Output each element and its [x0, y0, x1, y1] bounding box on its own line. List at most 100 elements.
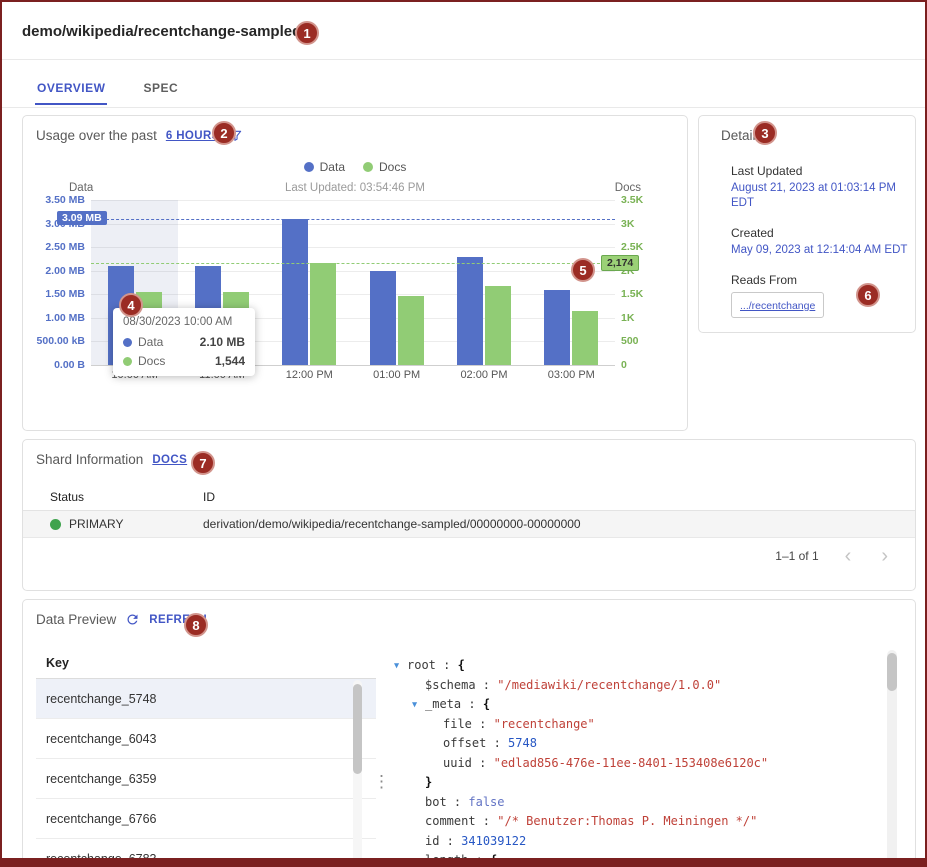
annotation-badge-6: 6: [856, 283, 880, 307]
shard-docs-link[interactable]: DOCS: [152, 454, 187, 466]
tooltip-data-label: Data: [138, 335, 163, 349]
pagination-prev-button[interactable]: ‹: [841, 546, 856, 566]
bar-data[interactable]: [282, 219, 308, 365]
json-value: 5748: [508, 736, 537, 750]
json-value: 341039122: [461, 834, 526, 848]
data-preview-card: Data Preview REFRESH Key recentchange_57…: [22, 599, 916, 867]
pagination-next-button[interactable]: ›: [877, 546, 892, 566]
tooltip-docs-value: 1,544: [215, 354, 245, 368]
detail-last-updated: Last Updated August 21, 2023 at 01:03:14…: [731, 164, 909, 211]
reads-from-link[interactable]: .../recentchange: [740, 300, 815, 312]
left-axis-tick: 1.50 MB: [45, 288, 85, 300]
shard-card: Shard Information DOCS Status ID PRIMARY…: [22, 439, 916, 591]
bar-docs[interactable]: [398, 296, 424, 365]
preview-key-row[interactable]: recentchange_6359: [36, 759, 376, 799]
detail-value: August 21, 2023 at 01:03:14 PM EDT: [731, 181, 909, 211]
json-line: id : 341039122: [391, 832, 883, 852]
json-line: ▼root : {: [391, 656, 883, 676]
legend-item-data[interactable]: Data: [304, 160, 345, 174]
preview-key-row[interactable]: recentchange_5748: [36, 679, 376, 719]
bar-docs[interactable]: [485, 286, 511, 365]
collapse-arrow-icon[interactable]: ▼: [394, 657, 399, 677]
json-scrollbar[interactable]: [887, 650, 897, 867]
scrollbar-thumb[interactable]: [887, 653, 897, 691]
docs-max-marker: 2,174: [601, 255, 639, 271]
left-axis-tick: 500.00 kB: [37, 335, 85, 347]
json-key: uuid: [443, 756, 472, 770]
column-header-id: ID: [203, 490, 915, 504]
key-list-scrollbar[interactable]: [353, 680, 362, 867]
right-axis-tick: 1K: [621, 312, 634, 324]
json-line: file : "recentchange": [391, 715, 883, 735]
bar-docs[interactable]: [310, 263, 336, 365]
json-value: {: [490, 853, 497, 867]
annotation-badge-7: 7: [191, 451, 215, 475]
chart-last-updated: Last Updated: 03:54:46 PM: [23, 182, 687, 194]
preview-key-row[interactable]: recentchange_6043: [36, 719, 376, 759]
chart-legend: Data Docs: [23, 160, 687, 174]
status-dot: [50, 519, 61, 530]
annotation-badge-8: 8: [184, 613, 208, 637]
tab-spec[interactable]: SPEC: [141, 71, 180, 105]
panel-resize-handle[interactable]: ⋮: [373, 772, 390, 792]
refresh-icon[interactable]: [125, 612, 140, 627]
reads-from-chip: .../recentchange: [731, 292, 824, 318]
docs-series-dot: [123, 357, 132, 366]
app-window: demo/wikipedia/recentchange-sampled OVER…: [0, 0, 927, 867]
json-key: length: [425, 853, 468, 867]
shard-heading: Shard Information: [36, 452, 143, 467]
json-key: _meta: [425, 697, 461, 711]
json-value: "/* Benutzer:Thomas P. Meiningen */": [497, 814, 757, 828]
left-axis-tick: 1.00 MB: [45, 312, 85, 324]
right-axis-tick: 2.5K: [621, 241, 643, 253]
scrollbar-thumb[interactable]: [353, 684, 362, 774]
shard-id: derivation/demo/wikipedia/recentchange-s…: [203, 517, 915, 531]
tabs-divider: [2, 107, 925, 108]
left-axis-tick: 3.50 MB: [45, 194, 85, 206]
json-line: comment : "/* Benutzer:Thomas P. Meining…: [391, 812, 883, 832]
collapse-arrow-icon[interactable]: ▼: [412, 852, 417, 867]
shard-table-header: Status ID: [23, 484, 915, 511]
legend-label-data: Data: [320, 160, 345, 174]
bar-data[interactable]: [370, 271, 396, 365]
annotation-badge-2: 2: [212, 121, 236, 145]
tooltip-row-data: Data 2.10 MB: [123, 335, 245, 349]
json-line: offset : 5748: [391, 734, 883, 754]
x-axis-tick: 03:00 PM: [528, 369, 615, 381]
annotation-badge-3: 3: [753, 121, 777, 145]
column-header-status: Status: [23, 490, 203, 504]
right-axis-tick: 0: [621, 359, 627, 371]
json-line: uuid : "edlad856-476e-11ee-8401-153408e6…: [391, 754, 883, 774]
details-card: Details Last Updated August 21, 2023 at …: [698, 115, 916, 333]
bar-docs[interactable]: [572, 311, 598, 365]
header-divider: [2, 59, 925, 60]
docs-series-dot: [363, 162, 373, 172]
preview-key-list: Key recentchange_5748recentchange_6043re…: [36, 648, 376, 867]
json-line: ▼length : {: [391, 851, 883, 867]
annotation-badge-1: 1: [295, 21, 319, 45]
json-key: comment: [425, 814, 476, 828]
x-axis-tick: 02:00 PM: [440, 369, 527, 381]
json-value: }: [425, 775, 432, 789]
json-value: "edlad856-476e-11ee-8401-153408e6120c": [494, 756, 769, 770]
json-viewer: ▼root : {$schema : "/mediawiki/recentcha…: [391, 648, 883, 867]
detail-value: May 09, 2023 at 12:14:04 AM EDT: [731, 243, 909, 258]
bar-data[interactable]: [457, 257, 483, 365]
preview-key-row[interactable]: recentchange_6783: [36, 839, 376, 867]
json-key: id: [425, 834, 439, 848]
json-key: offset: [443, 736, 486, 750]
json-value: "/mediawiki/recentchange/1.0.0": [497, 678, 721, 692]
bar-data[interactable]: [544, 290, 570, 365]
legend-item-docs[interactable]: Docs: [363, 160, 406, 174]
tooltip-title: 08/30/2023 10:00 AM: [123, 316, 245, 328]
json-key: bot: [425, 795, 447, 809]
tooltip-docs-label: Docs: [138, 354, 165, 368]
annotation-badge-5: 5: [571, 258, 595, 282]
json-key: file: [443, 717, 472, 731]
json-value: {: [458, 658, 465, 672]
collapse-arrow-icon[interactable]: ▼: [412, 696, 417, 716]
tab-overview[interactable]: OVERVIEW: [35, 71, 107, 105]
json-value: false: [468, 795, 504, 809]
json-line: $schema : "/mediawiki/recentchange/1.0.0…: [391, 676, 883, 696]
preview-key-row[interactable]: recentchange_6766: [36, 799, 376, 839]
